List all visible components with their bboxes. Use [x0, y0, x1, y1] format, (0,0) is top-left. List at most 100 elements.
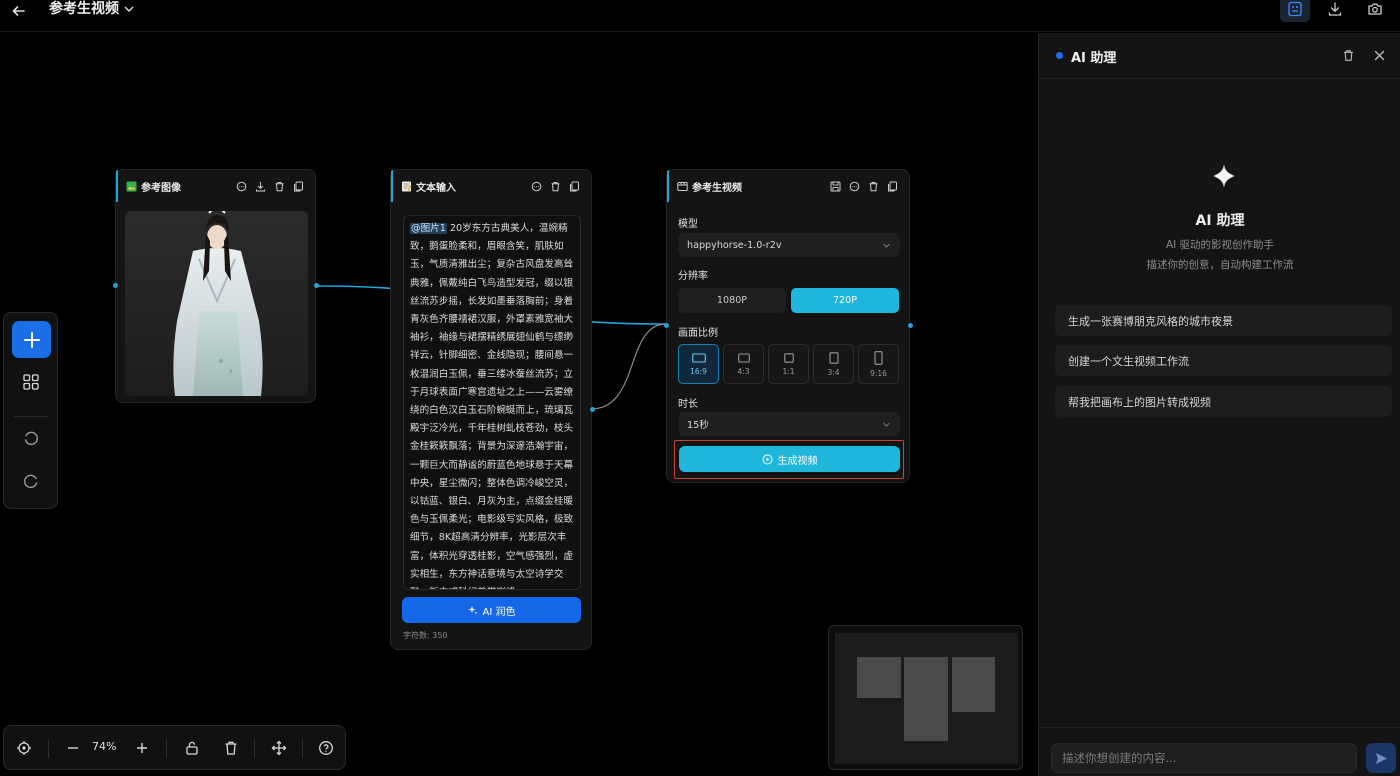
workflow-title: 参考生视频 — [49, 1, 119, 17]
copy-icon[interactable] — [886, 180, 899, 193]
canvas-bottom-toolbar: 74% — [3, 725, 346, 770]
help-icon[interactable] — [315, 737, 337, 759]
ai-polish-button[interactable]: AI 润色 — [402, 597, 581, 623]
minimap-node — [952, 657, 995, 712]
ratio-4-3-button[interactable]: 4:3 — [723, 344, 764, 384]
comment-icon[interactable] — [848, 180, 861, 193]
canvas-minimap[interactable] — [828, 625, 1023, 770]
input-port[interactable] — [664, 323, 669, 328]
chevron-down-icon — [883, 243, 890, 248]
reference-image-node[interactable]: 参考图像 — [113, 169, 319, 403]
grid-icon[interactable] — [19, 370, 43, 394]
reference-video-node[interactable]: 参考生视频 模型 happyhorse-1.0-r2v 分辨率 1080P 72… — [664, 169, 913, 483]
chevron-down-icon — [883, 422, 890, 427]
ratio-9-16-button[interactable]: 9:16 — [858, 344, 899, 384]
trash-icon[interactable] — [1340, 47, 1356, 63]
copy-icon[interactable] — [292, 180, 305, 193]
image-mention-tag[interactable]: @图片1 — [410, 223, 447, 234]
video-node-icon — [677, 181, 688, 191]
woman-portrait-image — [125, 211, 308, 396]
trash-icon[interactable] — [273, 180, 286, 193]
input-port[interactable] — [113, 283, 118, 288]
aspect-ratio-label: 画面比例 — [678, 328, 718, 339]
comment-icon[interactable] — [235, 180, 248, 193]
camera-icon[interactable] — [1360, 0, 1390, 22]
panel-title: AI 助理 — [1071, 51, 1117, 66]
assistant-description: 描述你的创意，自动构建工作流 — [1146, 259, 1294, 271]
suggestion-item[interactable]: 创建一个文生视频工作流 — [1055, 345, 1392, 376]
trash-icon[interactable] — [220, 737, 242, 759]
minimap-node — [857, 657, 901, 698]
ratio-1-1-button[interactable]: 1:1 — [768, 344, 809, 384]
unlock-icon[interactable] — [181, 737, 203, 759]
download-icon[interactable] — [254, 180, 267, 193]
status-dot — [1056, 52, 1063, 59]
sparkle-icon — [1213, 164, 1235, 188]
copy-icon[interactable] — [568, 180, 581, 193]
square-ratio-icon — [783, 352, 794, 363]
assistant-subtitle: AI 驱动的影视创作助手 — [1165, 239, 1275, 251]
output-port[interactable] — [314, 283, 319, 288]
zoom-out-icon[interactable] — [62, 737, 84, 759]
save-icon[interactable] — [829, 180, 842, 193]
model-select[interactable]: happyhorse-1.0-r2v — [678, 233, 900, 257]
assistant-panel-icon[interactable] — [1280, 0, 1310, 22]
duration-value: 15秒 — [687, 420, 709, 431]
suggestion-item[interactable]: 帮我把画布上的图片转成视频 — [1055, 386, 1392, 417]
ai-polish-label: AI 润色 — [482, 606, 516, 618]
top-bar: 参考生视频 — [0, 0, 1400, 32]
generate-video-label: 生成视频 — [777, 455, 818, 467]
prompt-textarea[interactable]: @图片1 20岁东方古典美人，温婉精致，鹅蛋脸柔和，眉眼含笑，肌肤如玉，气质清雅… — [403, 215, 581, 590]
suggestion-item[interactable]: 生成一张赛博朋克风格的城市夜景 — [1055, 305, 1392, 336]
character-count: 字符数: 350 — [403, 631, 448, 640]
locate-icon[interactable] — [13, 737, 35, 759]
assistant-chat-input[interactable] — [1051, 743, 1357, 773]
image-node-icon — [126, 181, 137, 191]
send-icon — [1375, 752, 1387, 764]
prompt-text: 20岁东方古典美人，温婉精致，鹅蛋脸柔和，眉眼含笑，肌肤如玉，气质清雅出尘；复杂… — [410, 223, 574, 589]
portrait-ratio-icon — [874, 350, 883, 365]
close-icon[interactable] — [1371, 47, 1387, 63]
redo-icon[interactable] — [19, 469, 43, 493]
ratio-4-3-icon — [737, 352, 750, 363]
ratio-16-9-button[interactable]: 16:9 — [678, 344, 719, 384]
move-icon[interactable] — [268, 737, 290, 759]
node-title-label: 参考图像 — [141, 182, 181, 194]
download-icon[interactable] — [1320, 0, 1350, 22]
back-arrow-icon[interactable] — [8, 2, 28, 22]
zoom-level: 74% — [92, 740, 117, 753]
sparkle-icon — [468, 606, 477, 615]
output-port[interactable] — [908, 323, 913, 328]
landscape-ratio-icon — [691, 352, 706, 363]
trash-icon[interactable] — [867, 180, 880, 193]
resolution-720p-button[interactable]: 720P — [791, 288, 899, 313]
generate-video-button[interactable]: 生成视频 — [679, 446, 900, 472]
chevron-down-icon — [124, 6, 134, 12]
ratio-3-4-icon — [828, 351, 839, 364]
duration-select[interactable]: 15秒 — [678, 412, 900, 436]
output-port[interactable] — [590, 407, 595, 412]
generate-highlight-frame: 生成视频 — [674, 440, 904, 479]
minimap-node — [904, 657, 948, 741]
play-circle-icon — [762, 454, 772, 464]
trash-icon[interactable] — [549, 180, 562, 193]
comment-icon[interactable] — [530, 180, 543, 193]
node-title-label: 参考生视频 — [692, 182, 742, 194]
zoom-in-icon[interactable] — [131, 737, 153, 759]
model-value: happyhorse-1.0-r2v — [687, 239, 782, 251]
duration-label: 时长 — [678, 399, 698, 410]
undo-icon[interactable] — [19, 426, 43, 450]
reference-image-preview[interactable] — [125, 211, 308, 396]
resolution-1080p-button[interactable]: 1080P — [678, 288, 786, 313]
workflow-title-dropdown[interactable]: 参考生视频 — [49, 0, 135, 18]
send-button[interactable] — [1366, 743, 1396, 773]
text-input-node[interactable]: 文本输入 @图片1 20岁东方古典美人，温婉精致，鹅蛋脸柔和，眉眼含笑，肌肤如玉… — [390, 169, 595, 650]
ratio-3-4-button[interactable]: 3:4 — [813, 344, 854, 384]
ai-assistant-panel: AI 助理 AI 助理 AI 驱动的影视创作助手 描述你的创意，自动构建工作流 … — [1038, 33, 1400, 776]
memo-icon — [402, 181, 412, 191]
assistant-hero-title: AI 助理 — [1195, 213, 1245, 229]
add-node-button[interactable] — [12, 321, 51, 358]
node-title-label: 文本输入 — [416, 182, 456, 194]
plus-icon — [23, 331, 40, 348]
model-label: 模型 — [678, 219, 698, 230]
